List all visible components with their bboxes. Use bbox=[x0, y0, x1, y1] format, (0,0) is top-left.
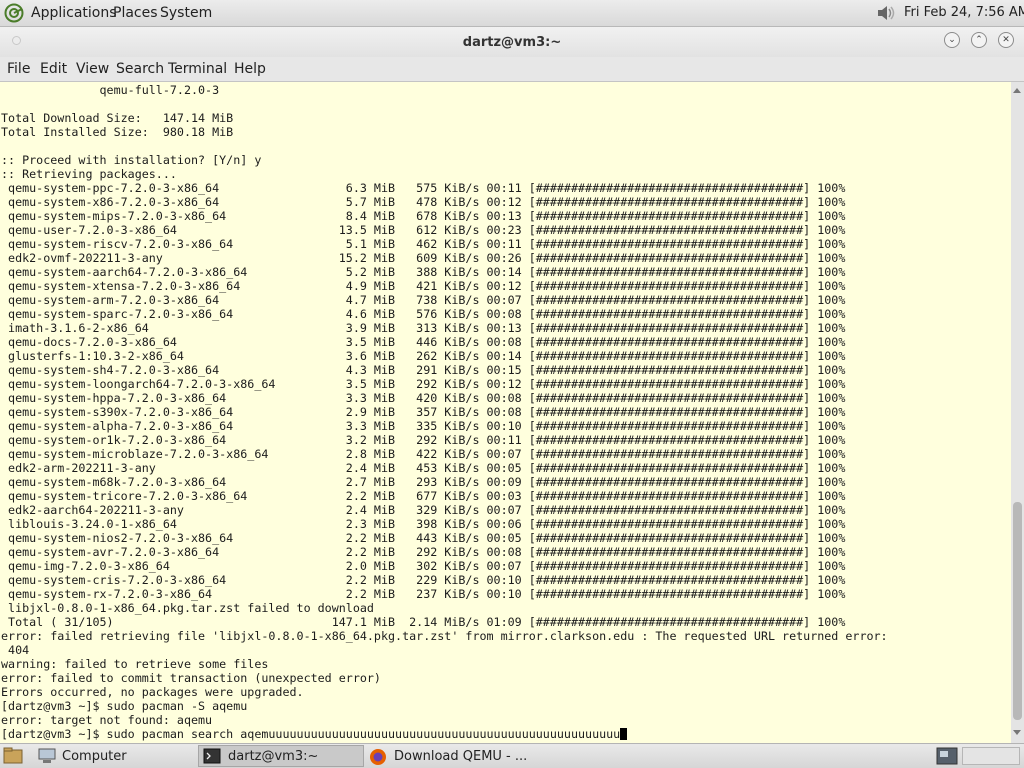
distro-logo-icon[interactable] bbox=[4, 3, 24, 23]
volume-icon[interactable] bbox=[875, 4, 897, 22]
terminal-line: qemu-system-x86-7.2.0-3-x86_64 5.7 MiB 4… bbox=[1, 195, 846, 209]
terminal-line: error: target not found: aqemu bbox=[1, 713, 213, 727]
terminal-line: Total ( 31/105) 147.1 MiB 2.14 MiB/s 01:… bbox=[1, 615, 846, 629]
system-menu[interactable]: System bbox=[160, 5, 212, 21]
terminal-prompt-line[interactable]: [dartz@vm3 ~]$ sudo pacman search aqemuu… bbox=[1, 727, 628, 741]
workspace-switcher-icon[interactable] bbox=[936, 747, 958, 765]
menu-view[interactable]: View bbox=[76, 61, 109, 77]
terminal-line: qemu-system-sh4-7.2.0-3-x86_64 4.3 MiB 2… bbox=[1, 363, 846, 377]
terminal-line: Errors occurred, no packages were upgrad… bbox=[1, 685, 304, 699]
workspace-2[interactable] bbox=[962, 747, 1020, 765]
terminal-output[interactable]: qemu-full-7.2.0-3 Total Download Size: 1… bbox=[0, 82, 1011, 743]
terminal-line: warning: failed to retrieve some files bbox=[1, 657, 269, 671]
terminal-line: error: failed retrieving file 'libjxl-0.… bbox=[1, 629, 888, 643]
firefox-icon bbox=[370, 749, 386, 765]
clock[interactable]: Fri Feb 24, 7:56 AM bbox=[904, 5, 1024, 20]
terminal-line: qemu-system-aarch64-7.2.0-3-x86_64 5.2 M… bbox=[1, 265, 846, 279]
menu-search[interactable]: Search bbox=[116, 61, 164, 77]
scroll-up-arrow-icon[interactable] bbox=[1013, 88, 1021, 93]
terminal-line: qemu-img-7.2.0-3-x86_64 2.0 MiB 302 KiB/… bbox=[1, 559, 846, 573]
maximize-button[interactable]: ⌃ bbox=[971, 32, 987, 48]
close-button[interactable]: ✕ bbox=[998, 32, 1014, 48]
terminal-line: qemu-system-m68k-7.2.0-3-x86_64 2.7 MiB … bbox=[1, 475, 846, 489]
scroll-down-arrow-icon[interactable] bbox=[1013, 730, 1021, 735]
terminal-line: qemu-system-arm-7.2.0-3-x86_64 4.7 MiB 7… bbox=[1, 293, 846, 307]
terminal-line: qemu-system-alpha-7.2.0-3-x86_64 3.3 MiB… bbox=[1, 419, 846, 433]
computer-icon bbox=[38, 748, 56, 763]
terminal-line: qemu-system-or1k-7.2.0-3-x86_64 3.2 MiB … bbox=[1, 433, 846, 447]
menu-terminal[interactable]: Terminal bbox=[168, 61, 227, 77]
task-firefox-label: Download QEMU - ... bbox=[394, 749, 528, 764]
terminal-line: qemu-full-7.2.0-3 bbox=[1, 83, 220, 97]
scrollbar-thumb[interactable] bbox=[1013, 502, 1022, 720]
task-terminal-label: dartz@vm3:~ bbox=[228, 749, 319, 764]
terminal-icon bbox=[203, 748, 221, 764]
terminal-line: qemu-system-s390x-7.2.0-3-x86_64 2.9 MiB… bbox=[1, 405, 846, 419]
terminal-line: qemu-docs-7.2.0-3-x86_64 3.5 MiB 446 KiB… bbox=[1, 335, 846, 349]
terminal-line: qemu-user-7.2.0-3-x86_64 13.5 MiB 612 Ki… bbox=[1, 223, 846, 237]
terminal-line: qemu-system-nios2-7.2.0-3-x86_64 2.2 MiB… bbox=[1, 531, 846, 545]
terminal-line: qemu-system-riscv-7.2.0-3-x86_64 5.1 MiB… bbox=[1, 237, 846, 251]
terminal-line: imath-3.1.6-2-x86_64 3.9 MiB 313 KiB/s 0… bbox=[1, 321, 846, 335]
terminal-line: qemu-system-avr-7.2.0-3-x86_64 2.2 MiB 2… bbox=[1, 545, 846, 559]
terminal-line: 404 bbox=[1, 643, 30, 657]
terminal-line: qemu-system-loongarch64-7.2.0-3-x86_64 3… bbox=[1, 377, 846, 391]
window-title: dartz@vm3:~ bbox=[462, 35, 562, 50]
terminal-line: qemu-system-xtensa-7.2.0-3-x86_64 4.9 Mi… bbox=[1, 279, 846, 293]
minimize-button[interactable]: ⌄ bbox=[944, 32, 960, 48]
terminal-line: Total Download Size: 147.14 MiB bbox=[1, 111, 234, 125]
terminal-line: qemu-system-mips-7.2.0-3-x86_64 8.4 MiB … bbox=[1, 209, 846, 223]
applications-menu[interactable]: Applications bbox=[31, 5, 117, 21]
terminal-line: qemu-system-rx-7.2.0-3-x86_64 2.2 MiB 23… bbox=[1, 587, 846, 601]
show-desktop-icon[interactable] bbox=[3, 747, 23, 765]
terminal-line: edk2-arm-202211-3-any 2.4 MiB 453 KiB/s … bbox=[1, 461, 846, 475]
text-cursor bbox=[620, 728, 628, 740]
terminal-line: qemu-system-ppc-7.2.0-3-x86_64 6.3 MiB 5… bbox=[1, 181, 846, 195]
terminal-line: edk2-aarch64-202211-3-any 2.4 MiB 329 Ki… bbox=[1, 503, 846, 517]
current-command: [dartz@vm3 ~]$ sudo pacman search aqemuu… bbox=[1, 727, 621, 741]
terminal-line: libjxl-0.8.0-1-x86_64.pkg.tar.zst failed… bbox=[1, 601, 374, 615]
terminal-line: qemu-system-microblaze-7.2.0-3-x86_64 2.… bbox=[1, 447, 846, 461]
terminal-line: liblouis-3.24.0-1-x86_64 2.3 MiB 398 KiB… bbox=[1, 517, 846, 531]
terminal-line: :: Retrieving packages... bbox=[1, 167, 177, 181]
terminal-line: qemu-system-hppa-7.2.0-3-x86_64 3.3 MiB … bbox=[1, 391, 846, 405]
menu-edit[interactable]: Edit bbox=[40, 61, 67, 77]
terminal-line: [dartz@vm3 ~]$ sudo pacman -S aqemu bbox=[1, 699, 248, 713]
menu-help[interactable]: Help bbox=[234, 61, 266, 77]
terminal-line: glusterfs-1:10.3-2-x86_64 3.6 MiB 262 Ki… bbox=[1, 349, 846, 363]
task-computer-label: Computer bbox=[62, 749, 127, 764]
terminal-line: error: failed to commit transaction (une… bbox=[1, 671, 381, 685]
terminal-line: Total Installed Size: 980.18 MiB bbox=[1, 125, 234, 139]
terminal-line: qemu-system-tricore-7.2.0-3-x86_64 2.2 M… bbox=[1, 489, 846, 503]
terminal-line: qemu-system-sparc-7.2.0-3-x86_64 4.6 MiB… bbox=[1, 307, 846, 321]
menu-file[interactable]: File bbox=[7, 61, 30, 77]
terminal-line: qemu-system-cris-7.2.0-3-x86_64 2.2 MiB … bbox=[1, 573, 846, 587]
places-menu[interactable]: Places bbox=[113, 5, 158, 21]
terminal-line: edk2-ovmf-202211-3-any 15.2 MiB 609 KiB/… bbox=[1, 251, 846, 265]
terminal-line: :: Proceed with installation? [Y/n] y bbox=[1, 153, 262, 167]
